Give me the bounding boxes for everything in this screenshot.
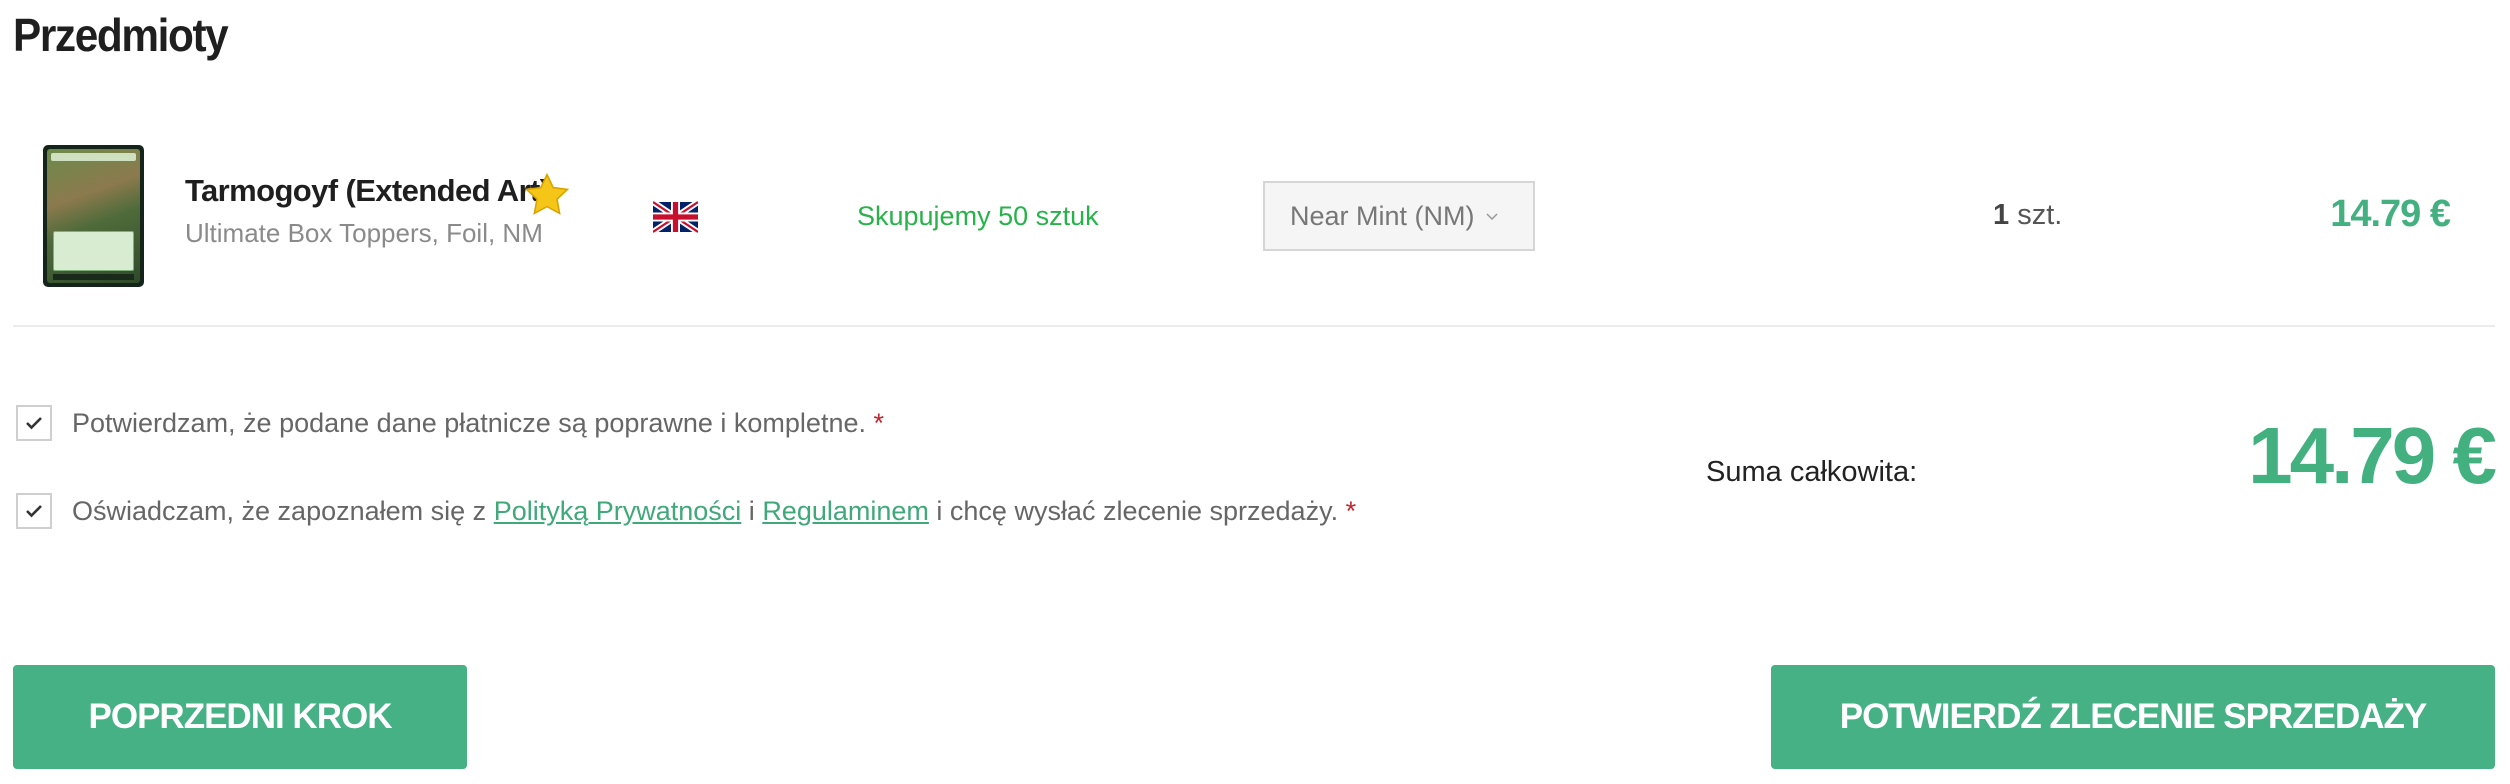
item-subtitle: Ultimate Box Toppers, Foil, NM xyxy=(185,218,543,248)
quantity-value: 1 xyxy=(1993,199,2010,231)
condition-value: Near Mint (NM) xyxy=(1290,200,1475,231)
confirm-payment-data-checkbox[interactable] xyxy=(16,405,52,441)
item-name[interactable]: Tarmogoyf (Extended Art) xyxy=(185,173,550,209)
chevron-down-icon xyxy=(1485,213,1498,221)
confirm-payment-data-row: Potwierdzam, że podane dane płatnicze są… xyxy=(16,405,884,441)
confirm-sale-order-button[interactable]: POTWIERDŹ ZLECENIE SPRZEDAŻY xyxy=(1771,665,2495,769)
required-mark: * xyxy=(1345,495,1357,526)
confirm-payment-data-label[interactable]: Potwierdzam, że podane dane płatnicze są… xyxy=(72,408,884,439)
cart-item-row: Tarmogoyf (Extended Art) Ultimate Box To… xyxy=(13,125,2495,327)
item-quantity: 1 szt. xyxy=(1993,199,2062,232)
privacy-policy-link[interactable]: Polityką Prywatności xyxy=(494,496,742,526)
previous-step-button[interactable]: POPRZEDNI KROK xyxy=(13,665,467,769)
required-mark: * xyxy=(873,407,885,438)
confirm-terms-row: Oświadczam, że zapoznałem się z Polityką… xyxy=(16,493,1356,529)
quantity-unit: szt. xyxy=(2017,199,2063,231)
card-image[interactable] xyxy=(43,145,144,287)
buying-quantity-note: Skupujemy 50 sztuk xyxy=(857,201,1099,231)
total-value: 14.79 € xyxy=(2248,411,2497,500)
confirm-terms-label[interactable]: Oświadczam, że zapoznałem się z Polityką… xyxy=(72,496,1356,527)
page-title: Przedmioty xyxy=(13,9,229,61)
confirm-terms-checkbox[interactable] xyxy=(16,493,52,529)
condition-select[interactable]: Near Mint (NM) xyxy=(1263,181,1535,251)
total-label: Suma całkowita: xyxy=(1706,456,1918,488)
check-icon xyxy=(26,417,42,430)
terms-link[interactable]: Regulaminem xyxy=(762,496,929,526)
star-icon xyxy=(524,172,570,215)
check-icon xyxy=(26,505,42,518)
uk-flag-icon xyxy=(653,200,698,234)
item-price: 14.79 € xyxy=(2330,193,2451,235)
